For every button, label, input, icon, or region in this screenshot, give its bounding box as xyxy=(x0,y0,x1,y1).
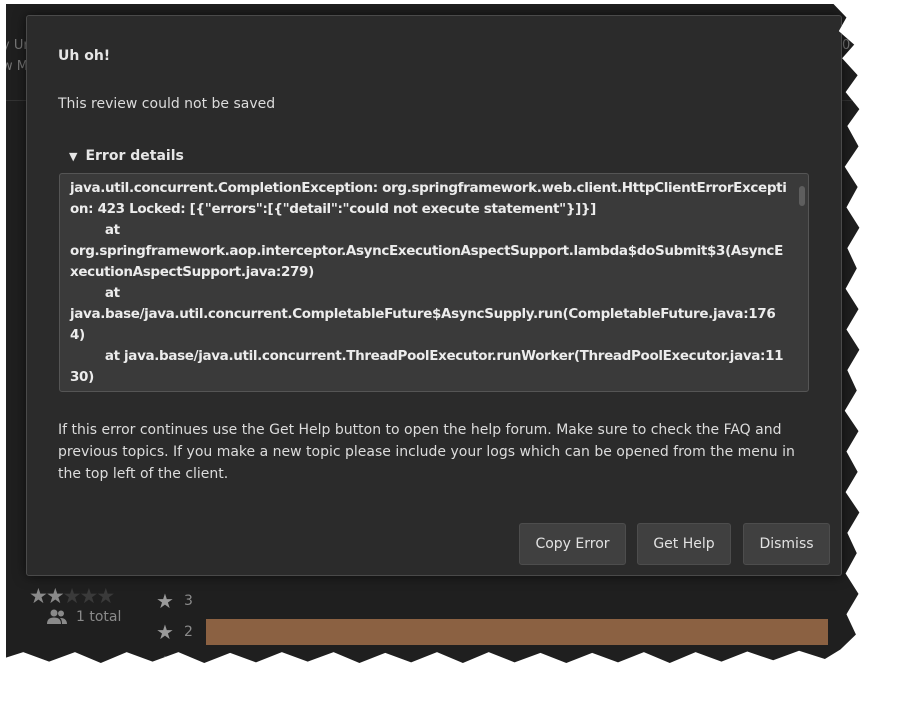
rating-row-label: 2 xyxy=(184,624,193,640)
star-icon: ★ xyxy=(156,651,174,675)
error-dialog: Uh oh! This review could not be saved ▼ … xyxy=(26,15,842,576)
rating-total: 1 total xyxy=(46,609,121,625)
star-icon: ★ xyxy=(29,584,48,608)
star-icon: ★ xyxy=(96,584,115,608)
dialog-title: Uh oh! xyxy=(58,48,111,64)
rating-row-3: ★ 3 xyxy=(156,587,204,615)
help-text: If this error continues use the Get Help… xyxy=(58,422,795,482)
rating-summary: ★★★★★ 1 total ★ 3 ★ 2 ★ 1 xyxy=(6,579,859,675)
dismiss-button[interactable]: Dismiss xyxy=(743,523,830,565)
people-icon xyxy=(47,609,67,624)
copy-error-button[interactable]: Copy Error xyxy=(519,523,626,565)
scrollbar-thumb[interactable] xyxy=(799,186,805,206)
total-label: 1 total xyxy=(76,609,122,625)
caret-down-icon: ▼ xyxy=(69,149,78,163)
average-stars: ★★★★★ xyxy=(29,584,115,608)
rating-row-label: 1 xyxy=(184,655,193,671)
rating-bar-2-fill xyxy=(206,619,828,645)
stack-trace-scrollbar[interactable] xyxy=(798,174,806,391)
rating-row-2: ★ 2 xyxy=(156,618,204,646)
stack-trace-text: java.util.concurrent.CompletionException… xyxy=(70,180,787,391)
rating-row-label: 3 xyxy=(184,593,193,609)
stack-trace-box[interactable]: java.util.concurrent.CompletionException… xyxy=(59,173,809,392)
screenshot-frame: y Un w M 01 ★★★★★ 1 total ★ 3 ★ 2 xyxy=(6,4,860,675)
star-icon: ★ xyxy=(156,589,174,613)
error-details-toggle[interactable]: ▼ Error details xyxy=(69,148,184,164)
rating-row-1: ★ 1 xyxy=(156,649,204,675)
background-text-2: w M xyxy=(6,59,28,74)
star-icon: ★ xyxy=(62,584,82,608)
star-icon: ★ xyxy=(156,620,174,644)
star-icon: ★ xyxy=(45,584,65,608)
star-icon: ★ xyxy=(79,584,98,608)
background-text-3: 01 xyxy=(842,38,859,53)
get-help-button[interactable]: Get Help xyxy=(637,523,731,565)
error-details-label: Error details xyxy=(85,148,184,164)
dialog-message: This review could not be saved xyxy=(58,96,276,112)
